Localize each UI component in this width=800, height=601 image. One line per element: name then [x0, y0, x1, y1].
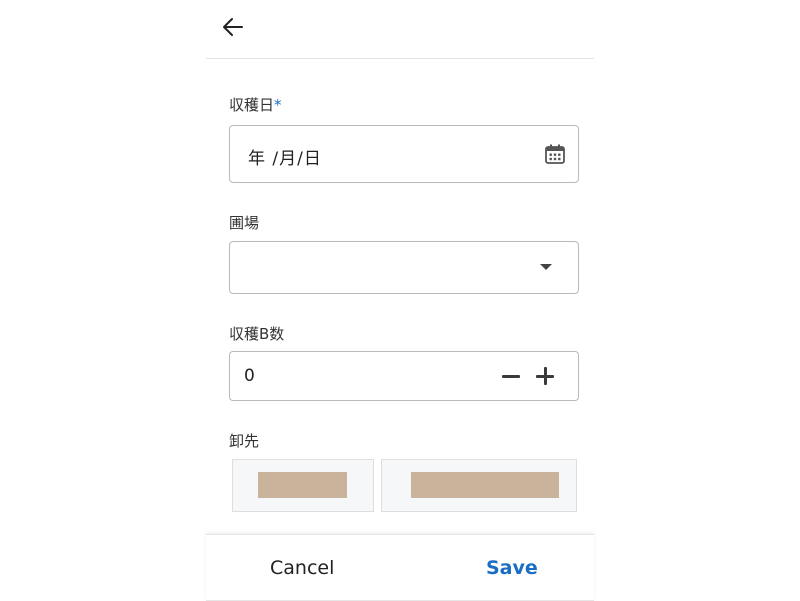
field-select[interactable] — [229, 241, 579, 294]
destination-option-2-placeholder — [411, 472, 559, 498]
action-bar: Cancel Save — [206, 534, 594, 601]
calendar-icon[interactable] — [544, 143, 566, 165]
required-mark: * — [274, 96, 282, 114]
destination-option-2[interactable] — [381, 459, 577, 512]
decrement-button[interactable] — [500, 365, 522, 387]
field-label: 圃場 — [229, 214, 260, 232]
harvest-count-value[interactable]: 0 — [244, 366, 255, 386]
harvest-date-input[interactable]: 年 /月/日 — [229, 125, 579, 183]
chevron-down-icon — [540, 264, 552, 270]
harvest-count-label: 収穫B数 — [229, 325, 285, 343]
harvest-count-stepper[interactable]: 0 — [229, 351, 579, 401]
cancel-button[interactable]: Cancel — [270, 557, 334, 579]
app-bar — [206, 0, 594, 59]
destination-label: 卸先 — [229, 432, 260, 450]
back-button[interactable] — [218, 12, 248, 42]
arrow-left-icon — [223, 18, 243, 36]
save-button[interactable]: Save — [486, 557, 538, 579]
harvest-date-value: 年 /月/日 — [248, 149, 322, 169]
harvest-date-label: 収穫日* — [229, 94, 282, 115]
increment-button[interactable] — [534, 365, 556, 387]
destination-option-1-placeholder — [258, 472, 347, 498]
harvest-date-label-text: 収穫日 — [229, 96, 275, 114]
form-screen: 収穫日* 年 /月/日 圃場 収穫B数 0 卸先 Cancel Save — [206, 0, 594, 601]
destination-option-1[interactable] — [232, 459, 374, 512]
